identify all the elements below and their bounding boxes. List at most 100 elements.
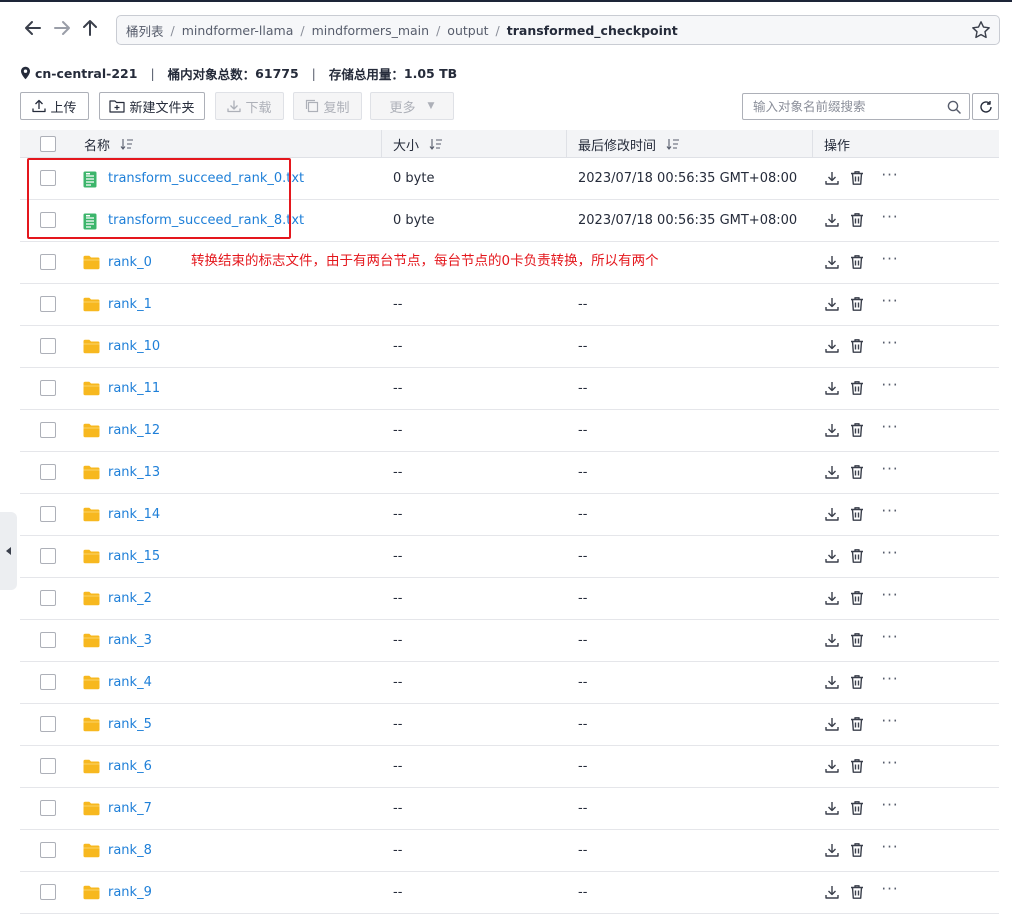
row-more-button[interactable]: ··· xyxy=(878,166,902,184)
object-name-link[interactable]: rank_8 xyxy=(108,843,152,858)
object-name-link[interactable]: rank_5 xyxy=(108,717,152,732)
up-button[interactable] xyxy=(78,14,102,42)
row-checkbox[interactable] xyxy=(40,254,56,270)
object-name-link[interactable]: rank_2 xyxy=(108,591,152,606)
search-input[interactable] xyxy=(753,94,943,119)
row-more-button[interactable]: ··· xyxy=(878,586,902,604)
row-checkbox[interactable] xyxy=(40,758,56,774)
row-more-button[interactable]: ··· xyxy=(878,670,902,688)
row-download-button[interactable] xyxy=(823,799,841,817)
object-name-link[interactable]: rank_11 xyxy=(108,381,160,396)
row-delete-button[interactable] xyxy=(848,295,866,313)
object-name-link[interactable]: rank_15 xyxy=(108,549,160,564)
row-more-button[interactable]: ··· xyxy=(878,334,902,352)
object-name-link[interactable]: rank_13 xyxy=(108,465,160,480)
table-row[interactable]: rank_15 -- -- ··· xyxy=(20,536,999,578)
object-name-link[interactable]: transform_succeed_rank_8.txt xyxy=(108,213,304,228)
table-row[interactable]: transform_succeed_rank_0.txt 0 byte 2023… xyxy=(20,158,999,200)
forward-button[interactable] xyxy=(50,14,74,42)
table-row[interactable]: rank_12 -- -- ··· xyxy=(20,410,999,452)
row-download-button[interactable] xyxy=(823,757,841,775)
table-row[interactable]: rank_6 -- -- ··· xyxy=(20,746,999,788)
star-icon[interactable] xyxy=(971,20,991,40)
row-checkbox[interactable] xyxy=(40,338,56,354)
table-row[interactable]: rank_13 -- -- ··· xyxy=(20,452,999,494)
row-delete-button[interactable] xyxy=(848,715,866,733)
row-download-button[interactable] xyxy=(823,421,841,439)
row-download-button[interactable] xyxy=(823,547,841,565)
breadcrumb-item[interactable]: 桶列表 xyxy=(126,21,164,40)
row-delete-button[interactable] xyxy=(848,421,866,439)
object-name-link[interactable]: rank_10 xyxy=(108,339,160,354)
row-download-button[interactable] xyxy=(823,715,841,733)
sort-icon[interactable] xyxy=(429,138,443,150)
row-delete-button[interactable] xyxy=(848,211,866,229)
row-download-button[interactable] xyxy=(823,337,841,355)
new-folder-button[interactable]: 新建文件夹 xyxy=(99,92,205,120)
object-name-link[interactable]: rank_3 xyxy=(108,633,152,648)
row-checkbox[interactable] xyxy=(40,674,56,690)
row-checkbox[interactable] xyxy=(40,800,56,816)
row-download-button[interactable] xyxy=(823,379,841,397)
row-checkbox[interactable] xyxy=(40,842,56,858)
row-checkbox[interactable] xyxy=(40,590,56,606)
row-checkbox[interactable] xyxy=(40,422,56,438)
row-more-button[interactable]: ··· xyxy=(878,628,902,646)
download-button[interactable]: 下载 xyxy=(215,92,284,120)
breadcrumb-item[interactable]: mindformer-llama xyxy=(182,23,294,38)
row-more-button[interactable]: ··· xyxy=(878,418,902,436)
row-checkbox[interactable] xyxy=(40,716,56,732)
row-delete-button[interactable] xyxy=(848,589,866,607)
table-row[interactable]: rank_9 -- -- ··· xyxy=(20,872,999,914)
search-icon[interactable] xyxy=(947,100,961,114)
row-checkbox[interactable] xyxy=(40,380,56,396)
breadcrumb-item[interactable]: mindformers_main xyxy=(312,23,429,38)
row-download-button[interactable] xyxy=(823,673,841,691)
row-download-button[interactable] xyxy=(823,631,841,649)
row-delete-button[interactable] xyxy=(848,673,866,691)
row-delete-button[interactable] xyxy=(848,337,866,355)
table-row[interactable]: rank_5 -- -- ··· xyxy=(20,704,999,746)
column-header-modified[interactable]: 最后修改时间 xyxy=(578,130,680,158)
row-delete-button[interactable] xyxy=(848,547,866,565)
table-row[interactable]: rank_8 -- -- ··· xyxy=(20,830,999,872)
select-all-checkbox[interactable] xyxy=(40,136,56,152)
row-download-button[interactable] xyxy=(823,883,841,901)
row-more-button[interactable]: ··· xyxy=(878,460,902,478)
row-checkbox[interactable] xyxy=(40,632,56,648)
sort-icon[interactable] xyxy=(120,138,134,150)
row-more-button[interactable]: ··· xyxy=(878,502,902,520)
row-download-button[interactable] xyxy=(823,295,841,313)
row-delete-button[interactable] xyxy=(848,505,866,523)
row-checkbox[interactable] xyxy=(40,506,56,522)
row-checkbox[interactable] xyxy=(40,296,56,312)
row-delete-button[interactable] xyxy=(848,169,866,187)
row-more-button[interactable]: ··· xyxy=(878,796,902,814)
row-checkbox[interactable] xyxy=(40,548,56,564)
row-more-button[interactable]: ··· xyxy=(878,250,902,268)
table-row[interactable]: rank_3 -- -- ··· xyxy=(20,620,999,662)
table-row[interactable]: transform_succeed_rank_8.txt 0 byte 2023… xyxy=(20,200,999,242)
row-download-button[interactable] xyxy=(823,505,841,523)
row-checkbox[interactable] xyxy=(40,884,56,900)
row-checkbox[interactable] xyxy=(40,212,56,228)
row-more-button[interactable]: ··· xyxy=(878,208,902,226)
row-more-button[interactable]: ··· xyxy=(878,712,902,730)
table-row[interactable]: rank_2 -- -- ··· xyxy=(20,578,999,620)
row-more-button[interactable]: ··· xyxy=(878,292,902,310)
copy-button[interactable]: 复制 xyxy=(293,92,362,120)
table-row[interactable]: rank_10 -- -- ··· xyxy=(20,326,999,368)
row-delete-button[interactable] xyxy=(848,631,866,649)
row-more-button[interactable]: ··· xyxy=(878,544,902,562)
more-dropdown[interactable]: 更多 ▼ xyxy=(370,92,454,120)
row-download-button[interactable] xyxy=(823,463,841,481)
object-name-link[interactable]: rank_6 xyxy=(108,759,152,774)
sidebar-collapse-toggle[interactable] xyxy=(0,512,17,590)
breadcrumb-item[interactable]: output xyxy=(447,23,488,38)
row-delete-button[interactable] xyxy=(848,841,866,859)
row-download-button[interactable] xyxy=(823,253,841,271)
table-row[interactable]: rank_14 -- -- ··· xyxy=(20,494,999,536)
object-name-link[interactable]: rank_9 xyxy=(108,885,152,900)
table-row[interactable]: rank_1 -- -- ··· xyxy=(20,284,999,326)
column-header-size[interactable]: 大小 xyxy=(393,130,443,158)
